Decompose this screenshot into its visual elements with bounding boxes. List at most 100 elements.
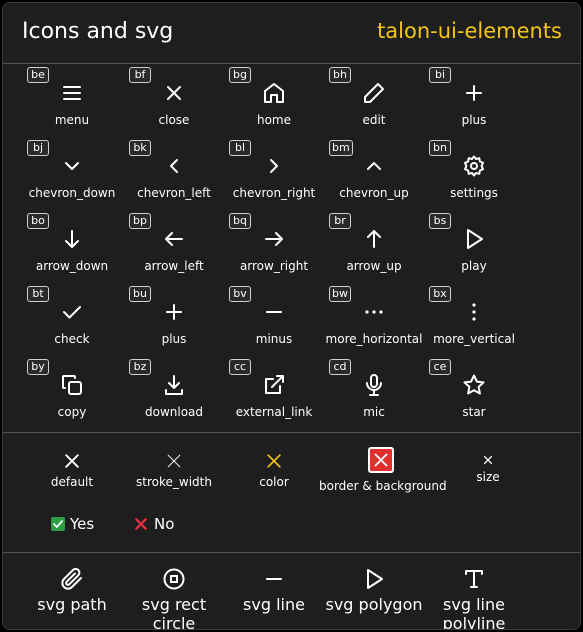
chevron-right-icon [219,154,329,178]
close-icon [167,454,181,468]
chevron-down-icon [17,154,127,178]
svg-example-label: svg line [243,595,305,614]
icon-cell-close[interactable]: bf close [119,63,229,133]
icon-label: chevron_right [232,186,316,200]
icon-label: more_horizontal [325,332,423,346]
type-icon [465,570,483,588]
divider [3,432,580,433]
icon-cell-download[interactable]: bz download [119,355,229,425]
variant-stroke-width[interactable]: stroke_width [119,451,229,489]
icon-cell-settings[interactable]: bn settings [419,136,529,206]
icon-cell-check[interactable]: bt check [17,282,127,352]
minus-icon [219,300,329,324]
icon-label: copy [57,405,87,419]
yes-option[interactable]: Yes [51,515,94,533]
icon-label: settings [450,186,498,200]
svg-rect-circle-example[interactable]: svg rect circle [119,567,229,629]
icon-cell-plus[interactable]: bi plus [419,63,529,133]
brand-label: talon-ui-elements [377,19,562,43]
plus-icon [119,300,229,324]
icon-cell-minus[interactable]: bv minus [219,282,329,352]
icon-cell-star[interactable]: ce star [419,355,529,425]
no-option[interactable]: No [133,515,174,533]
play-icon [367,569,383,589]
yes-label: Yes [70,515,95,533]
x-icon [135,518,147,530]
menu-icon [17,81,127,105]
variant-size[interactable]: size [463,451,513,484]
icon-cell-arrow-right[interactable]: bq arrow_right [219,209,329,279]
minus-icon [266,578,282,580]
svg-path-example[interactable]: svg path [17,567,127,617]
icon-cell-chevron-down[interactable]: bj chevron_down [17,136,127,206]
chevron-left-icon [119,154,229,178]
icon-cell-arrow-left[interactable]: bp arrow_left [119,209,229,279]
icon-label: check [54,332,90,346]
icon-label: external_link [235,405,313,419]
svg-example-label: svg line polyline [442,595,506,630]
variant-label: size [476,470,500,484]
close-icon [119,81,229,105]
edit-icon [319,81,429,105]
svg-polyline-example[interactable]: svg line polyline [419,567,529,629]
svg-line-example[interactable]: svg line [219,567,329,617]
icon-cell-chevron-left[interactable]: bk chevron_left [119,136,229,206]
icon-cell-mic[interactable]: cd mic [319,355,429,425]
variant-border-background[interactable]: border & background [319,447,447,493]
icon-cell-chevron-up[interactable]: bm chevron_up [319,136,429,206]
icon-label: star [462,405,486,419]
settings-icon [419,154,529,178]
icon-grid: be menu bf close bg home bh edit bi plus bj chevron… [3,63,580,433]
icon-cell-home[interactable]: bg home [219,63,329,133]
icon-label: arrow_up [346,259,402,273]
external-link-icon [219,373,329,397]
icon-label: play [461,259,487,273]
icon-cell-more-horizontal[interactable]: bw more_horizontal [319,282,429,352]
icon-label: arrow_right [239,259,309,273]
paperclip-icon [61,567,82,590]
more-vertical-icon [419,300,529,324]
icon-cell-chevron-right[interactable]: bl chevron_right [219,136,329,206]
variant-label: stroke_width [136,475,212,489]
more-horizontal-icon [319,300,429,324]
icon-label: arrow_down [35,259,109,273]
icon-cell-copy[interactable]: by copy [17,355,127,425]
icon-label: download [144,405,204,419]
icon-cell-more-vertical[interactable]: bx more_vertical [419,282,529,352]
arrow-left-icon [119,227,229,251]
icon-label: minus [255,332,293,346]
variant-color[interactable]: color [219,451,329,489]
icon-cell-arrow-up[interactable]: br arrow_up [319,209,429,279]
icon-label: arrow_left [144,259,204,273]
icon-cell-edit[interactable]: bh edit [319,63,429,133]
icon-cell-plus[interactable]: bu plus [119,282,229,352]
svg-polygon-example[interactable]: svg polygon [319,567,429,617]
variant-label: color [259,475,289,489]
variant-default[interactable]: default [17,451,127,489]
icon-cell-external-link[interactable]: cc external_link [219,355,329,425]
icon-cell-menu[interactable]: be menu [17,63,127,133]
variant-label: default [50,475,94,489]
icons-panel: Icons and svg talon-ui-elements be menu bf… [2,2,581,630]
chevron-up-icon [319,154,429,178]
no-label: No [154,515,175,533]
mic-icon [319,373,429,397]
icon-cell-arrow-down[interactable]: bo arrow_down [17,209,127,279]
close-icon [65,454,79,468]
icon-label: menu [54,113,90,127]
divider [3,552,580,553]
close-icon [368,447,394,473]
plus-icon [419,81,529,105]
copy-icon [17,373,127,397]
stop-circle-icon [163,568,185,590]
panel-header: Icons and svg talon-ui-elements [3,3,580,64]
check-icon [17,300,127,324]
icon-label: chevron_down [28,186,116,200]
icon-label: chevron_up [339,186,409,200]
icon-cell-play[interactable]: bs play [419,209,529,279]
download-icon [119,373,229,397]
home-icon [219,81,329,105]
panel-title: Icons and svg [22,19,174,44]
check-icon [51,517,65,531]
icon-label: home [256,113,292,127]
